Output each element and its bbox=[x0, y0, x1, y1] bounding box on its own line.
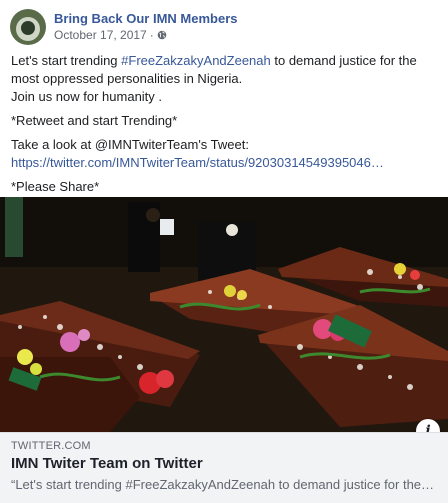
link-description: “Let's start trending #FreeZakzakyAndZee… bbox=[11, 477, 435, 492]
text-prefix: Let's start trending bbox=[11, 53, 122, 68]
post-meta: Bring Back Our IMN Members October 17, 2… bbox=[54, 11, 238, 43]
post-body: Let's start trending #FreeZakzakyAndZeen… bbox=[11, 52, 439, 196]
separator: · bbox=[149, 28, 154, 42]
post-line-1: Let's start trending #FreeZakzakyAndZeen… bbox=[11, 52, 439, 70]
tweet-url-link[interactable]: https://twitter.com/IMNTwiterTeam/status… bbox=[11, 154, 439, 172]
page-avatar[interactable] bbox=[10, 9, 46, 45]
post-line-7: *Please Share* bbox=[11, 179, 100, 194]
text-suffix: to demand justice for the bbox=[270, 53, 417, 68]
post-date[interactable]: October 17, 2017 bbox=[54, 27, 147, 43]
link-preview-image[interactable] bbox=[0, 197, 448, 432]
preview-photo bbox=[0, 197, 448, 432]
link-domain: TWITTER.COM bbox=[11, 440, 91, 452]
post-line-5: Take a look at @IMNTwiterTeam's Tweet: bbox=[11, 137, 249, 152]
link-card[interactable]: TWITTER.COM IMN Twiter Team on Twitter “… bbox=[0, 432, 448, 503]
page-name-link[interactable]: Bring Back Our IMN Members bbox=[54, 11, 238, 27]
post-subline: October 17, 2017 · bbox=[54, 27, 238, 43]
post-line-3: Join us now for humanity . bbox=[11, 89, 163, 104]
post-header: Bring Back Our IMN Members October 17, 2… bbox=[10, 8, 238, 46]
hashtag-link[interactable]: #FreeZakzakyAndZeenah bbox=[121, 53, 271, 68]
facebook-post: Bring Back Our IMN Members October 17, 2… bbox=[0, 0, 448, 503]
globe-icon bbox=[157, 30, 167, 40]
avatar-center bbox=[21, 21, 35, 35]
post-line-2: most oppressed personalities in Nigeria. bbox=[11, 71, 243, 86]
link-title[interactable]: IMN Twiter Team on Twitter bbox=[11, 455, 203, 472]
post-line-4: *Retweet and start Trending* bbox=[11, 113, 178, 128]
